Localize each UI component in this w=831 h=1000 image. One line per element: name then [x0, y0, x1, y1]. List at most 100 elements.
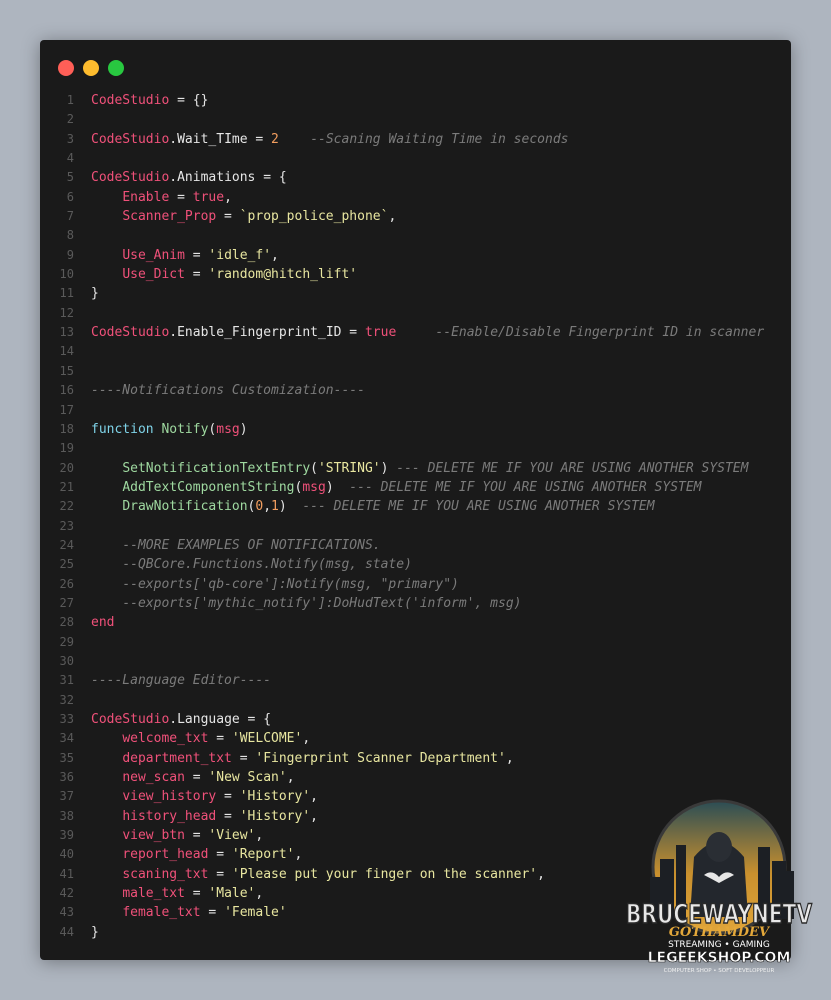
code-token: CodeStudio	[91, 131, 170, 147]
code-line[interactable]: 8	[40, 226, 791, 245]
line-number: 31	[59, 673, 74, 688]
code-token: Enable_Fingerprint_ID	[177, 325, 342, 341]
code-line[interactable]: 17	[40, 401, 791, 420]
code-token: --Scaning Waiting Time in seconds	[310, 131, 569, 147]
line-source: AddTextComponentString(msg) --- DELETE M…	[74, 478, 701, 497]
line-source	[74, 304, 91, 323]
line-number: 17	[59, 402, 74, 417]
code-token: ----Notifications Customization----	[91, 383, 365, 399]
code-line[interactable]: 34 welcome_txt = 'WELCOME',	[40, 729, 791, 748]
code-line[interactable]: 7 Scanner_Prop = `prop_police_phone`,	[40, 207, 791, 226]
code-line[interactable]: 14	[40, 342, 791, 361]
code-token: function	[91, 421, 154, 437]
code-token: end	[91, 615, 115, 631]
code-token: Notify	[161, 421, 209, 437]
code-token: =	[184, 267, 209, 283]
line-source	[74, 401, 91, 420]
code-token: 'View'	[208, 828, 256, 844]
code-token: view_history	[122, 789, 217, 805]
code-line[interactable]: 19	[40, 439, 791, 458]
code-line[interactable]: 35 department_txt = 'Fingerprint Scanner…	[40, 749, 791, 768]
minimize-dot-icon[interactable]	[83, 60, 99, 76]
line-number: 13	[59, 325, 74, 340]
line-number: 5	[66, 170, 74, 185]
code-token: =	[184, 828, 209, 844]
code-line[interactable]: 5 CodeStudio.Animations = {	[40, 168, 791, 187]
code-line[interactable]: 10 Use_Dict = 'random@hitch_lift'	[40, 265, 791, 284]
code-token: history_head	[122, 808, 217, 824]
code-token: ,	[302, 731, 311, 747]
code-token: =	[208, 731, 232, 747]
code-line[interactable]: 29	[40, 633, 791, 652]
line-number: 43	[59, 905, 74, 920]
code-line[interactable]: 23	[40, 517, 791, 536]
window-controls	[58, 60, 124, 76]
logo-site: LEGEEKSHOP.COM	[648, 950, 791, 966]
code-token: }	[91, 286, 99, 302]
code-line[interactable]: 12	[40, 304, 791, 323]
code-token: }	[91, 924, 99, 940]
code-line[interactable]: 22 DrawNotification(0,1) --- DELETE ME I…	[40, 497, 791, 516]
code-line[interactable]: 31 ----Language Editor----	[40, 671, 791, 690]
line-number: 3	[66, 131, 74, 146]
close-dot-icon[interactable]	[58, 60, 74, 76]
line-source: --QBCore.Functions.Notify(msg, state)	[74, 555, 412, 574]
code-line[interactable]: 15	[40, 362, 791, 381]
code-token: welcome_txt	[122, 731, 209, 747]
code-line[interactable]: 6 Enable = true,	[40, 188, 791, 207]
code-line[interactable]: 32	[40, 691, 791, 710]
code-line[interactable]: 2	[40, 110, 791, 129]
code-token: Use_Anim	[122, 247, 185, 263]
code-token: msg	[216, 421, 240, 437]
code-token: 'WELCOME'	[231, 731, 303, 747]
code-line[interactable]: 28 end	[40, 613, 791, 632]
code-line[interactable]: 21 AddTextComponentString(msg) --- DELET…	[40, 478, 791, 497]
line-source: CodeStudio.Language = {	[74, 710, 271, 729]
code-token: .	[169, 325, 178, 341]
code-line[interactable]: 20 SetNotificationTextEntry('STRING') --…	[40, 459, 791, 478]
code-token: scaning_txt	[122, 866, 209, 882]
code-line[interactable]: 33 CodeStudio.Language = {	[40, 710, 791, 729]
code-line[interactable]: 1 CodeStudio = {}	[40, 91, 791, 110]
code-token: --exports['qb-core']:Notify(msg, "primar…	[122, 576, 459, 592]
code-line[interactable]: 26 --exports['qb-core']:Notify(msg, "pri…	[40, 575, 791, 594]
line-number: 23	[59, 518, 74, 533]
line-number: 30	[59, 653, 74, 668]
code-token: =	[184, 886, 209, 902]
line-source: Use_Anim = 'idle_f',	[74, 246, 279, 265]
code-line[interactable]: 24 --MORE EXAMPLES OF NOTIFICATIONS.	[40, 536, 791, 555]
code-line[interactable]: 27 --exports['mythic_notify']:DoHudText(…	[40, 594, 791, 613]
code-token: 'Fingerprint Scanner Department'	[255, 750, 506, 766]
code-line[interactable]: 30	[40, 652, 791, 671]
code-line[interactable]: 13 CodeStudio.Enable_Fingerprint_ID = tru…	[40, 323, 791, 342]
code-line[interactable]: 36 new_scan = 'New Scan',	[40, 768, 791, 787]
code-line[interactable]: 3 CodeStudio.Wait_TIme = 2 --Scaning Wait…	[40, 130, 791, 149]
code-token: .	[169, 170, 178, 186]
code-token: 'History'	[239, 789, 311, 805]
code-line[interactable]: 4	[40, 149, 791, 168]
code-line[interactable]: 25 --QBCore.Functions.Notify(msg, state)	[40, 555, 791, 574]
code-token: =	[341, 325, 365, 341]
code-token: view_btn	[122, 828, 185, 844]
line-number: 34	[59, 731, 74, 746]
line-number: 41	[59, 866, 74, 881]
line-source: ----Notifications Customization----	[74, 381, 365, 400]
line-number: 25	[59, 557, 74, 572]
line-number: 37	[59, 789, 74, 804]
code-line[interactable]: 9 Use_Anim = 'idle_f',	[40, 246, 791, 265]
code-token: ,	[388, 209, 397, 225]
maximize-dot-icon[interactable]	[108, 60, 124, 76]
code-line[interactable]: 11}	[40, 284, 791, 303]
code-line[interactable]: 16 ----Notifications Customization----	[40, 381, 791, 400]
code-token: 'random@hitch_lift'	[208, 267, 358, 283]
line-number: 21	[59, 479, 74, 494]
code-line[interactable]: 18 function Notify(msg)	[40, 420, 791, 439]
code-token: 'Report'	[231, 847, 295, 863]
